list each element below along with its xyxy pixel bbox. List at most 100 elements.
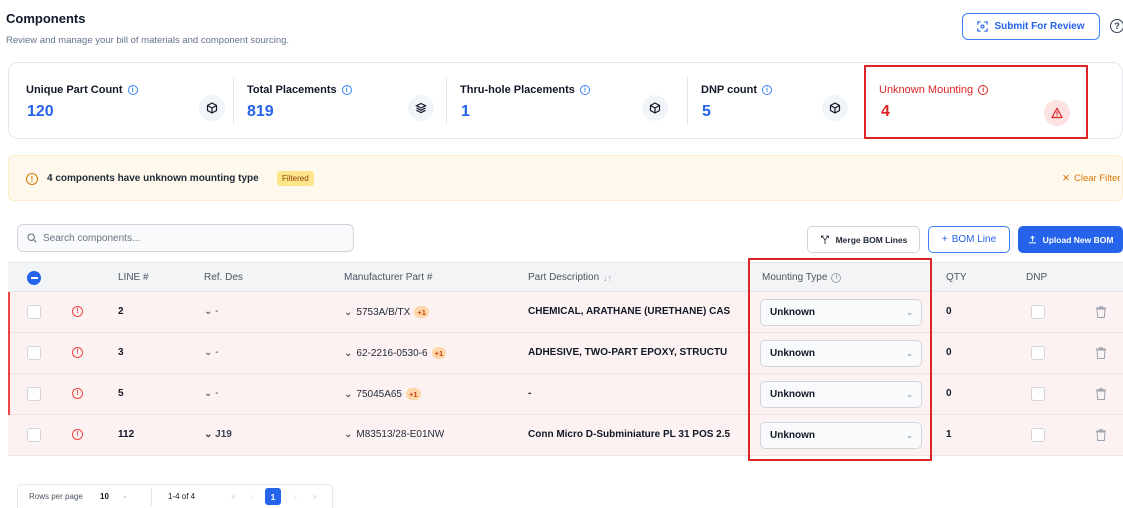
mpn-value: 5753A/B/TX bbox=[356, 306, 411, 318]
add-bom-line-button[interactable]: + BOM Line bbox=[928, 226, 1010, 253]
select-all-checkbox[interactable] bbox=[27, 271, 41, 285]
info-icon[interactable]: i bbox=[127, 85, 138, 95]
table-row[interactable]: ! 2 ⌄ - ⌄ 5753A/B/TX +1 CHEMICAL, ARATHANE… bbox=[8, 292, 1123, 333]
row-checkbox[interactable] bbox=[27, 305, 41, 319]
info-icon[interactable]: i bbox=[978, 85, 989, 95]
table-row[interactable]: ! 3 ⌄ - ⌄ 62-2216-0530-6 +1 ADHESIVE, TWO-… bbox=[8, 333, 1123, 374]
sort-icon[interactable]: ↓↑ bbox=[603, 273, 612, 283]
line-number: 2 bbox=[118, 306, 124, 317]
mpn-value: 75045A65 bbox=[356, 388, 402, 400]
row-checkbox[interactable] bbox=[27, 428, 41, 442]
next-page-icon[interactable]: › bbox=[289, 489, 302, 504]
last-page-icon[interactable]: » bbox=[308, 489, 321, 504]
row-checkbox[interactable] bbox=[27, 387, 41, 401]
chevron-down-icon[interactable]: ⌄ bbox=[122, 492, 128, 500]
search-input[interactable]: Search components... bbox=[17, 224, 354, 252]
warning-triangle-icon bbox=[1044, 100, 1070, 126]
mpn-cell[interactable]: ⌄ 75045A65 +1 bbox=[344, 388, 421, 400]
table-header: LINE # Ref. Des Manufacturer Part # Part… bbox=[8, 262, 1123, 292]
mpn-value: M83513/28-E01NW bbox=[356, 429, 445, 440]
warning-circle-icon: ! bbox=[72, 306, 83, 317]
refdes-value: - bbox=[215, 347, 219, 358]
page-subtitle: Review and manage your bill of materials… bbox=[6, 35, 290, 46]
dnp-checkbox[interactable] bbox=[1031, 387, 1045, 401]
stat-unique-part-count: Unique Part Count i 120 bbox=[24, 63, 234, 140]
stat-total-placements: Total Placements i 819 bbox=[247, 63, 457, 140]
row-checkbox[interactable] bbox=[27, 346, 41, 360]
info-icon[interactable]: i bbox=[762, 85, 773, 95]
mpn-cell[interactable]: ⌄ M83513/28-E01NW bbox=[344, 429, 444, 440]
merge-bom-lines-button[interactable]: Merge BOM Lines bbox=[807, 226, 920, 253]
chevron-down-icon[interactable]: ⌄ bbox=[204, 429, 212, 440]
trash-icon[interactable] bbox=[1095, 346, 1107, 360]
trash-icon[interactable] bbox=[1095, 428, 1107, 442]
upload-new-bom-button[interactable]: Upload New BOM bbox=[1018, 226, 1123, 253]
chevron-down-icon[interactable]: ⌄ bbox=[344, 307, 352, 318]
dnp-checkbox[interactable] bbox=[1031, 346, 1045, 360]
filter-banner: ! 4 components have unknown mounting typ… bbox=[8, 155, 1123, 201]
trash-icon[interactable] bbox=[1095, 305, 1107, 319]
refdes-cell[interactable]: ⌄ J19 bbox=[204, 429, 232, 440]
mpn-cell[interactable]: ⌄ 5753A/B/TX +1 bbox=[344, 306, 429, 318]
add-bom-line-label: BOM Line bbox=[951, 234, 997, 245]
alternates-badge[interactable]: +1 bbox=[406, 388, 421, 400]
stat-unknown-mounting[interactable]: Unknown Mounting i 4 bbox=[864, 65, 1088, 139]
alternates-badge[interactable]: +1 bbox=[414, 306, 429, 318]
rows-per-page-label: Rows per page bbox=[29, 492, 83, 501]
part-description: Conn Micro D-Subminiature PL 31 POS 2.5 bbox=[528, 429, 731, 440]
chevron-down-icon[interactable]: ⌄ bbox=[344, 389, 352, 400]
stat-thru-hole-placements: Thru-hole Placements i 1 bbox=[460, 63, 670, 140]
column-header-refdes[interactable]: Ref. Des bbox=[204, 272, 243, 283]
stat-label: DNP count bbox=[701, 84, 758, 96]
merge-icon bbox=[820, 235, 829, 244]
mpn-value: 62-2216-0530-6 bbox=[356, 347, 428, 359]
page-button-current[interactable]: 1 bbox=[265, 488, 281, 505]
clear-filter-button[interactable]: ✕ Clear Filter bbox=[1062, 173, 1120, 184]
submit-for-review-button[interactable]: Submit For Review bbox=[962, 13, 1100, 40]
refdes-cell[interactable]: ⌄ - bbox=[204, 306, 219, 317]
upload-icon bbox=[1028, 235, 1036, 244]
chevron-down-icon[interactable]: ⌄ bbox=[204, 306, 212, 317]
plus-icon: + bbox=[941, 234, 948, 245]
warning-circle-icon: ! bbox=[26, 173, 38, 185]
line-number: 112 bbox=[118, 429, 135, 440]
divider bbox=[151, 488, 152, 506]
table-row[interactable]: ! 5 ⌄ - ⌄ 75045A65 +1 - Unknown ⌄ 0 bbox=[8, 374, 1123, 415]
refdes-cell[interactable]: ⌄ - bbox=[204, 347, 219, 358]
page-title: Components bbox=[6, 11, 86, 26]
qty-value: 1 bbox=[946, 429, 952, 440]
chevron-down-icon[interactable]: ⌄ bbox=[204, 347, 212, 358]
rows-per-page-select[interactable]: 10 bbox=[100, 492, 109, 501]
column-header-mpn[interactable]: Manufacturer Part # bbox=[344, 272, 432, 283]
chevron-down-icon[interactable]: ⌄ bbox=[344, 348, 352, 359]
info-icon[interactable]: i bbox=[579, 85, 590, 95]
stat-label: Unknown Mounting bbox=[879, 84, 974, 96]
column-header-dnp[interactable]: DNP bbox=[1026, 272, 1047, 283]
warning-circle-icon: ! bbox=[72, 388, 83, 399]
mpn-cell[interactable]: ⌄ 62-2216-0530-6 +1 bbox=[344, 347, 447, 359]
warning-circle-icon: ! bbox=[72, 347, 83, 358]
submit-for-review-label: Submit For Review bbox=[994, 21, 1085, 32]
refdes-cell[interactable]: ⌄ - bbox=[204, 388, 219, 399]
chevron-down-icon[interactable]: ⌄ bbox=[204, 388, 212, 399]
qty-value: 0 bbox=[946, 388, 952, 399]
review-scan-icon bbox=[977, 21, 989, 32]
page-range: 1-4 of 4 bbox=[168, 492, 196, 501]
dnp-checkbox[interactable] bbox=[1031, 428, 1045, 442]
table-row[interactable]: ! 112 ⌄ J19 ⌄ M83513/28-E01NW Conn Micro … bbox=[8, 415, 1123, 456]
column-header-line[interactable]: LINE # bbox=[118, 272, 149, 283]
column-header-description[interactable]: Part Description ↓↑ bbox=[528, 272, 612, 283]
first-page-icon[interactable]: « bbox=[227, 489, 240, 504]
alternates-badge[interactable]: +1 bbox=[431, 347, 447, 359]
help-icon[interactable]: ? bbox=[1110, 19, 1123, 33]
trash-icon[interactable] bbox=[1095, 387, 1107, 401]
info-icon[interactable]: i bbox=[341, 85, 352, 95]
stat-value: 120 bbox=[27, 103, 54, 120]
part-description: - bbox=[528, 388, 532, 399]
previous-page-icon[interactable]: ‹ bbox=[246, 489, 259, 504]
chevron-down-icon[interactable]: ⌄ bbox=[344, 429, 352, 440]
qty-value: 0 bbox=[946, 306, 952, 317]
banner-message: 4 components have unknown mounting type bbox=[47, 173, 259, 184]
column-header-qty[interactable]: QTY bbox=[946, 272, 967, 283]
dnp-checkbox[interactable] bbox=[1031, 305, 1045, 319]
